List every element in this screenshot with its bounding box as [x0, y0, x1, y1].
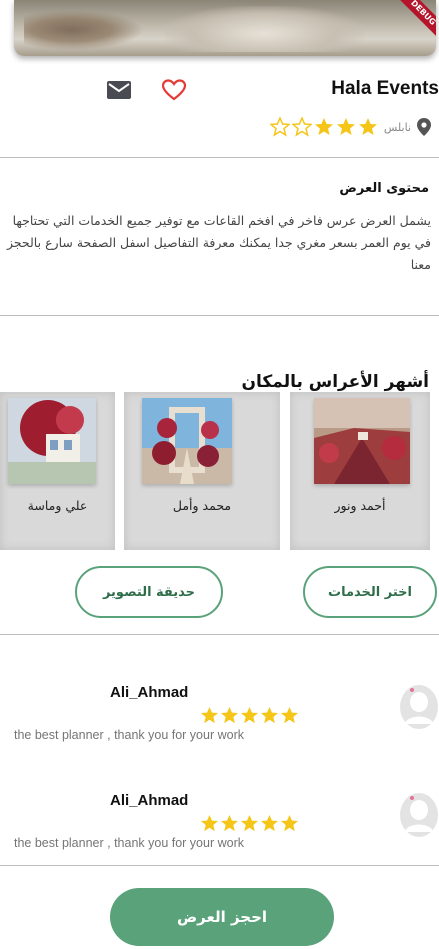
weddings-carousel[interactable]: أحمد ونور محمد وأمل علي وماسة — [0, 392, 439, 550]
photo-garden-button[interactable]: حديقة التصوير — [75, 566, 223, 618]
review-stars — [200, 814, 299, 833]
star-filled-icon — [220, 706, 239, 724]
star-filled-icon — [200, 706, 219, 724]
avatar — [400, 793, 438, 837]
wedding-couple-name: محمد وأمل — [172, 498, 232, 513]
star-filled-icon — [240, 814, 259, 832]
star-filled-icon — [280, 706, 299, 724]
wedding-couple-name: أحمد ونور — [334, 498, 386, 513]
review-text: the best planner , thank you for your wo… — [14, 836, 244, 850]
venue-banner-image: DEBUG — [14, 0, 436, 56]
star-filled-icon — [358, 118, 377, 135]
wedding-card[interactable]: محمد وأمل — [124, 392, 280, 550]
location-rating-row: نابلس — [269, 117, 431, 137]
review-stars — [200, 706, 299, 725]
wedding-photo — [314, 398, 410, 484]
star-filled-icon — [336, 118, 355, 135]
star-filled-icon — [314, 118, 333, 135]
mail-icon[interactable] — [107, 81, 131, 99]
location-pin-icon — [417, 118, 431, 136]
review-item: Ali_Ahmad the best planner , thank you f… — [0, 792, 439, 872]
wedding-couple-name: علي وماسة — [27, 498, 88, 513]
favorite-heart-icon[interactable] — [162, 79, 186, 101]
review-item: Ali_Ahmad the best planner , thank you f… — [0, 684, 439, 764]
venue-rating-stars — [269, 117, 378, 137]
book-offer-button[interactable]: احجز العرض — [110, 888, 334, 946]
wedding-card[interactable]: أحمد ونور — [290, 392, 430, 550]
divider — [0, 157, 439, 158]
divider — [0, 634, 439, 635]
star-filled-icon — [260, 814, 279, 832]
avatar — [400, 685, 438, 729]
debug-ribbon: DEBUG — [393, 0, 436, 43]
star-filled-icon — [280, 814, 299, 832]
reviewer-name: Ali_Ahmad — [110, 684, 189, 701]
offer-description: يشمل العرض عرس فاخر في افخم القاعات مع ت… — [6, 213, 431, 272]
star-filled-icon — [200, 814, 219, 832]
offer-content-title: محتوى العرض — [339, 181, 429, 196]
star-filled-icon — [220, 814, 239, 832]
divider — [0, 865, 439, 866]
star-empty-icon — [269, 117, 290, 137]
venue-city: نابلس — [383, 120, 411, 134]
star-filled-icon — [260, 706, 279, 724]
famous-weddings-title: أشهر الأعراس بالمكان — [241, 372, 429, 392]
wedding-photo — [8, 398, 96, 484]
venue-name: Hala Events — [331, 78, 439, 99]
wedding-card[interactable]: علي وماسة — [0, 392, 115, 550]
choose-services-button[interactable]: اختر الخدمات — [303, 566, 437, 618]
reviewer-name: Ali_Ahmad — [110, 792, 189, 809]
wedding-photo — [142, 398, 232, 484]
star-empty-icon — [291, 117, 312, 137]
divider — [0, 315, 439, 316]
review-text: the best planner , thank you for your wo… — [14, 728, 244, 742]
star-filled-icon — [240, 706, 259, 724]
